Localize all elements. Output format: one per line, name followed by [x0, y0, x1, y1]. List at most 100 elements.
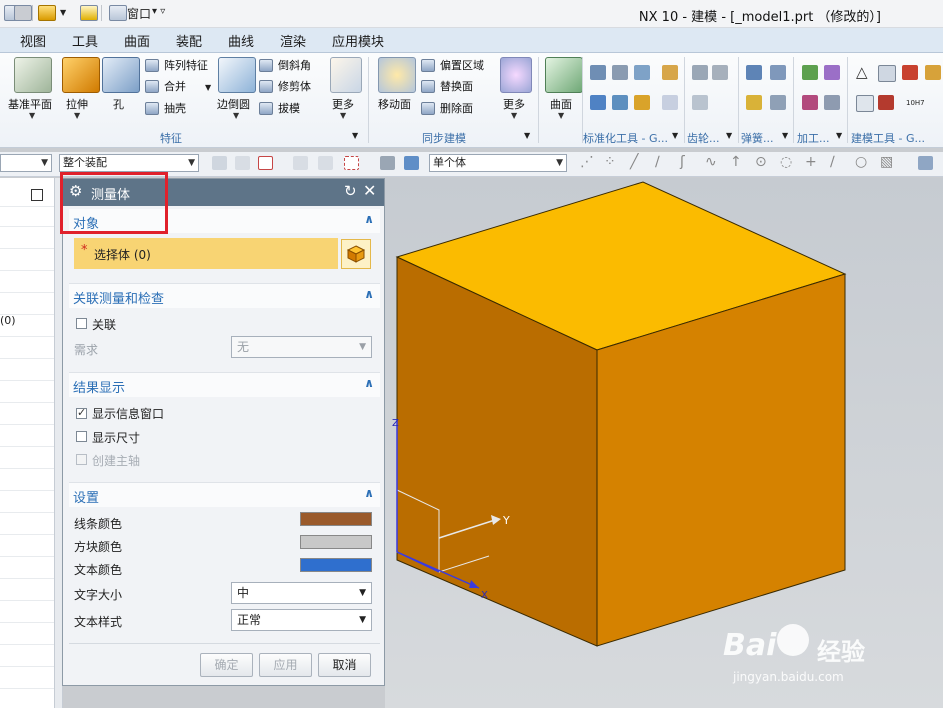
list-item[interactable] [0, 668, 54, 689]
list-item[interactable] [0, 206, 54, 227]
chevron-down-icon[interactable]: ▼ [340, 111, 346, 120]
menu-tools[interactable]: 工具 [72, 31, 98, 50]
gc-tool-icon[interactable] [612, 65, 628, 80]
more-features-icon[interactable] [330, 57, 362, 93]
list-item[interactable] [0, 492, 54, 513]
chevron-down-icon[interactable]: ▼ [558, 111, 564, 120]
delete-face-button[interactable]: 删除面 [421, 101, 473, 117]
chevron-down-icon[interactable]: ▼ [233, 111, 239, 120]
modeling-tool-icon[interactable] [878, 95, 894, 110]
text-style-dropdown[interactable]: 正常 ▼ [231, 609, 372, 631]
requirement-dropdown[interactable]: 无 ▼ [231, 336, 372, 358]
list-item[interactable] [0, 404, 54, 425]
start-menu-icon[interactable] [38, 5, 56, 21]
modeling-tool-icon[interactable] [925, 65, 941, 80]
machining-tool-icon[interactable] [802, 65, 818, 80]
chevron-down-icon[interactable]: ▼ [74, 111, 80, 120]
datum-plane-icon[interactable] [14, 57, 52, 93]
list-item[interactable] [0, 646, 54, 667]
gc-tool-icon[interactable] [590, 95, 606, 110]
show-info-window-checkbox[interactable] [76, 406, 87, 419]
snap-icon[interactable]: ⊙ [755, 154, 767, 170]
spring-tool-icon[interactable] [746, 95, 762, 110]
replace-face-button[interactable]: 替换面 [421, 79, 473, 95]
menu-view[interactable]: 视图 [20, 31, 46, 50]
maximize-icon[interactable] [31, 189, 43, 201]
list-item[interactable] [0, 602, 54, 623]
extrude-button[interactable]: 拉伸 [66, 96, 88, 112]
paste-icon[interactable] [14, 5, 32, 21]
list-item[interactable] [0, 382, 54, 403]
gear-tool-icon[interactable] [692, 65, 708, 80]
text-size-dropdown[interactable]: 中 ▼ [231, 582, 372, 604]
menu-assembly[interactable]: 装配 [176, 31, 202, 50]
list-item[interactable] [0, 338, 54, 359]
list-item[interactable] [0, 448, 54, 469]
list-item[interactable] [0, 580, 54, 601]
line-color-swatch[interactable] [300, 512, 372, 526]
chevron-down-icon[interactable]: ▼ [60, 8, 66, 24]
table-tool-icon[interactable] [878, 65, 896, 82]
ok-button[interactable]: 确定 [200, 653, 253, 677]
body-filter-icon[interactable] [404, 156, 419, 170]
snap-icon[interactable]: ∕ [655, 154, 660, 170]
datum-plane-button[interactable]: 基准平面 [8, 96, 52, 112]
window-menu-chevron-icon[interactable]: ▾ ▿ [152, 6, 165, 22]
chevron-down-icon[interactable]: ▼ [524, 131, 530, 140]
more-features-button[interactable]: 更多 [332, 96, 354, 112]
spring-tool-icon[interactable] [746, 65, 762, 80]
menu-application[interactable]: 应用模块 [332, 31, 384, 50]
list-item[interactable] [0, 514, 54, 535]
hole-icon[interactable] [102, 57, 140, 93]
machining-tool-icon[interactable] [824, 65, 840, 80]
deselect-icon[interactable] [380, 156, 395, 170]
spring-tool-icon[interactable] [770, 65, 786, 80]
menu-render[interactable]: 渲染 [280, 31, 306, 50]
shell-button[interactable]: 抽壳 [145, 101, 186, 117]
list-item[interactable] [0, 228, 54, 249]
gc-tool-icon[interactable] [634, 65, 650, 80]
snap-icon[interactable]: ⁘ [604, 154, 616, 170]
list-item[interactable] [0, 558, 54, 579]
chevron-down-icon[interactable]: ▼ [511, 111, 517, 120]
snap-icon[interactable]: ○ [855, 154, 867, 170]
filter-icon[interactable] [212, 156, 227, 170]
modeling-tool-icon[interactable] [902, 65, 918, 80]
unite-button[interactable]: 合并 [145, 79, 186, 95]
note-tool-icon[interactable] [856, 95, 874, 112]
graphics-window[interactable]: Y X Z Bai 经验 jingyan.baidu.com [385, 178, 943, 708]
pattern-feature-button[interactable]: 阵列特征 [145, 58, 208, 74]
machining-tool-icon[interactable] [802, 95, 818, 110]
chevron-down-icon[interactable]: ▼ [726, 131, 732, 140]
close-icon[interactable]: ✕ [363, 181, 376, 200]
section-associative-header[interactable]: 关联测量和检查 ∧ [69, 283, 380, 308]
select-body-button[interactable] [341, 239, 371, 269]
touch-mode-icon[interactable] [80, 5, 98, 21]
list-item[interactable] [0, 294, 54, 315]
chevron-down-icon[interactable]: ▼ [29, 111, 35, 120]
list-item[interactable] [0, 360, 54, 381]
list-item[interactable] [0, 426, 54, 447]
extrude-icon[interactable] [62, 57, 100, 93]
snap-icon[interactable]: ∕ [830, 154, 835, 170]
apply-button[interactable]: 应用 [259, 653, 312, 677]
spring-tool-icon[interactable] [770, 95, 786, 110]
section-results-header[interactable]: 结果显示 ∧ [69, 372, 380, 397]
list-item[interactable] [0, 624, 54, 645]
move-face-button[interactable]: 移动面 [378, 96, 411, 112]
snap-icon[interactable]: + [805, 154, 817, 170]
select-region-icon[interactable] [258, 156, 273, 170]
edge-blend-icon[interactable] [218, 57, 256, 93]
cancel-button[interactable]: 取消 [318, 653, 371, 677]
text-color-swatch[interactable] [300, 558, 372, 572]
draft-button[interactable]: 拔模 [259, 101, 300, 117]
section-settings-header[interactable]: 设置 ∧ [69, 482, 380, 507]
gc-tool-icon[interactable] [662, 95, 678, 110]
offset-region-button[interactable]: 偏置区域 [421, 58, 484, 74]
gc-tool-icon[interactable] [612, 95, 628, 110]
move-face-icon[interactable] [378, 57, 416, 93]
snap-icon[interactable]: ⋰ [580, 154, 594, 170]
hole-button[interactable]: 孔 [113, 96, 124, 112]
list-item[interactable] [0, 470, 54, 491]
create-owner-checkbox[interactable] [76, 454, 87, 465]
